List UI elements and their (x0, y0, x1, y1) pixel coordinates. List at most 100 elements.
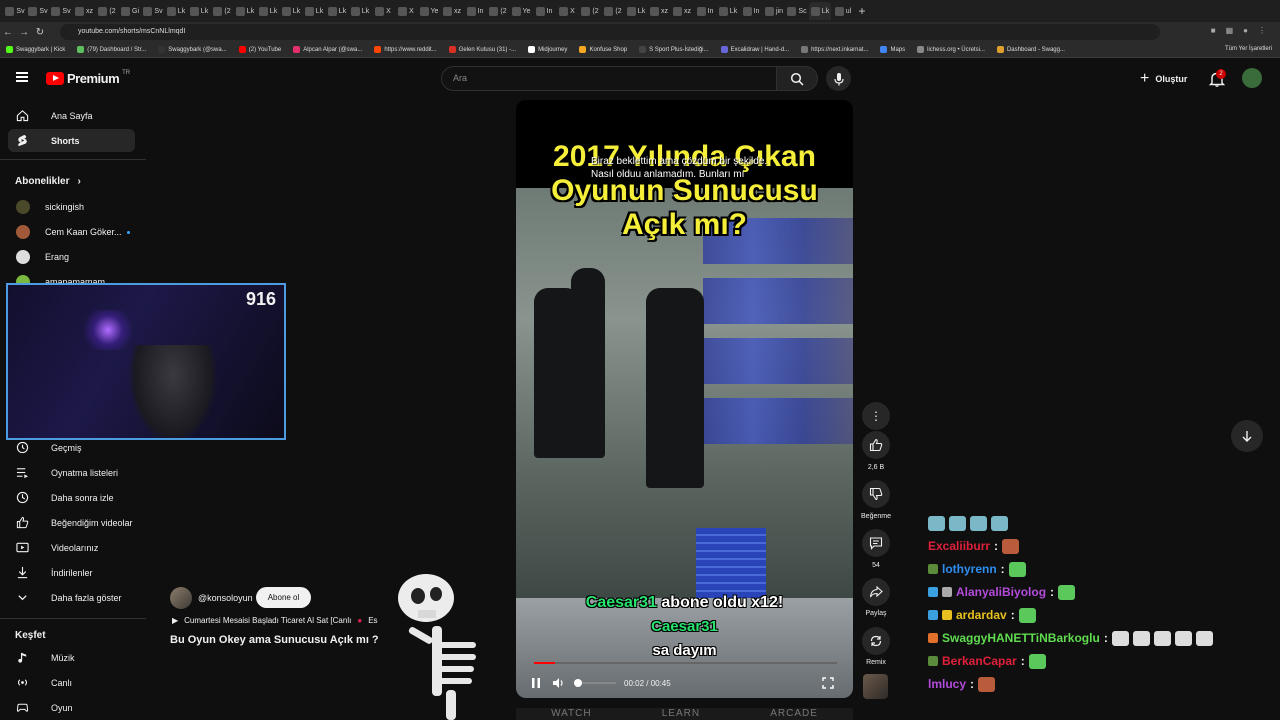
browser-tab[interactable]: Lk (717, 2, 739, 20)
browser-tab[interactable]: jin (763, 2, 785, 20)
browser-tab[interactable]: (2 (211, 2, 233, 20)
sidebar-item-shorts[interactable]: Shorts (8, 129, 135, 152)
browser-tab[interactable]: Lk (326, 2, 348, 20)
bookmark-item[interactable]: Dashboard - Swagg... (996, 46, 1065, 53)
sidebar-item-music[interactable]: Müzik (8, 646, 135, 669)
sidebar-item-gaming[interactable]: Oyun (8, 696, 135, 719)
browser-tab[interactable]: (2 (96, 2, 118, 20)
bookmark-item[interactable]: (2) YouTube (238, 46, 281, 53)
browser-tab[interactable]: X (395, 2, 417, 20)
browser-tab[interactable]: xz (441, 2, 463, 20)
bookmark-item[interactable]: https://www.reddit... (374, 46, 437, 53)
new-tab-button[interactable]: + (855, 4, 869, 18)
browser-tab[interactable]: Sv (4, 2, 26, 20)
share-button[interactable] (862, 578, 890, 606)
browser-tab[interactable]: xz (73, 2, 95, 20)
bookmark-item[interactable]: (79) Dashboard / Str... (77, 46, 146, 53)
forward-icon[interactable]: → (16, 27, 32, 38)
create-button[interactable]: + Oluştur (1140, 70, 1187, 88)
puzzle-icon[interactable]: ▦ (1226, 26, 1234, 35)
browser-tab[interactable]: In (740, 2, 762, 20)
browser-tab[interactable]: Lk (257, 2, 279, 20)
next-short-button[interactable] (1231, 420, 1263, 452)
browser-tab[interactable]: Ye (418, 2, 440, 20)
sound-source-thumbnail[interactable] (863, 674, 888, 699)
subscribe-button[interactable]: Abone ol (256, 587, 311, 608)
address-bar[interactable]: youtube.com/shorts/msCnNLlmqdI (60, 24, 1160, 40)
kebab-menu-icon[interactable]: ⋮ (1258, 26, 1266, 35)
comments-button[interactable] (862, 529, 890, 557)
browser-tab[interactable]: Gi (119, 2, 141, 20)
bookmark-item[interactable]: lichess.org • Ücretsi... (917, 46, 985, 53)
fullscreen-icon[interactable] (822, 677, 834, 689)
browser-tab[interactable]: X (556, 2, 578, 20)
extension-icon[interactable]: ■ (1211, 26, 1216, 35)
browser-tab[interactable]: In (533, 2, 555, 20)
bookmark-item[interactable]: Alpcan Alpar (@swa... (293, 46, 362, 53)
profile-icon[interactable]: ● (1243, 26, 1248, 35)
browser-tab[interactable]: Lk (165, 2, 187, 20)
all-bookmarks-link[interactable]: Tüm Yer İşaretleri (1225, 46, 1272, 52)
bookmark-item[interactable]: Excalidraw | Hand-d... (720, 46, 789, 53)
more-options-button[interactable]: ⋮ (862, 402, 890, 430)
sidebar-item-playlists[interactable]: Oynatma listeleri (8, 461, 135, 484)
bookmark-item[interactable]: S Sport Plus-İstediği... (639, 46, 709, 53)
youtube-premium-logo[interactable]: Premium TR (46, 70, 130, 86)
browser-tab[interactable]: (2 (602, 2, 624, 20)
browser-tab[interactable]: In (464, 2, 486, 20)
bookmark-item[interactable]: Swaggybark | Kick (6, 46, 65, 53)
browser-tab[interactable]: (2 (487, 2, 509, 20)
sidebar-item-live[interactable]: Canlı (8, 671, 135, 694)
dislike-button[interactable] (862, 480, 890, 508)
browser-tab[interactable]: xz (671, 2, 693, 20)
browser-tab[interactable]: Sv (27, 2, 49, 20)
browser-tab[interactable]: Lk (280, 2, 302, 20)
channel-avatar[interactable] (170, 587, 192, 609)
search-input[interactable]: Ara (441, 66, 777, 91)
subscription-channel[interactable]: Cem Kaan Göker... (16, 224, 130, 240)
bookmark-item[interactable]: https://next.inkarnat... (801, 46, 868, 53)
channel-handle[interactable]: @konsoloyun (198, 593, 253, 603)
sidebar-show-more[interactable]: Daha fazla göster (8, 586, 135, 609)
pause-icon[interactable] (530, 677, 542, 689)
browser-tab[interactable]: In (694, 2, 716, 20)
sidebar-item-your-videos[interactable]: Videolarınız (8, 536, 135, 559)
sidebar-item-watch-later[interactable]: Daha sonra izle (8, 486, 135, 509)
like-button[interactable] (862, 431, 890, 459)
bookmark-item[interactable]: Konfuse Shop (579, 46, 627, 53)
browser-tab[interactable]: Sv (142, 2, 164, 20)
browser-tab[interactable]: X (372, 2, 394, 20)
volume-knob[interactable] (574, 679, 582, 687)
bookmark-item[interactable]: Maps (880, 46, 905, 53)
hamburger-menu-icon[interactable] (16, 72, 28, 82)
sidebar-item-home[interactable]: Ana Sayfa (8, 104, 135, 127)
video-progress-bar[interactable] (534, 662, 837, 664)
subscriptions-heading[interactable]: Abonelikler › (15, 176, 81, 187)
browser-tab[interactable]: Sv (50, 2, 72, 20)
browser-tab[interactable]: xz (648, 2, 670, 20)
account-avatar[interactable] (1242, 68, 1262, 88)
browser-tab[interactable]: Lk (349, 2, 371, 20)
bookmark-item[interactable]: Midjourney (528, 46, 567, 53)
browser-tab[interactable]: ul (832, 2, 854, 20)
search-button[interactable] (776, 66, 818, 91)
remix-button[interactable] (862, 627, 890, 655)
reload-icon[interactable]: ↻ (32, 27, 48, 38)
subscription-channel[interactable]: sickingish (16, 199, 84, 215)
sidebar-item-liked[interactable]: Beğendiğim videolar (8, 511, 135, 534)
browser-tab[interactable]: (2 (579, 2, 601, 20)
volume-icon[interactable] (552, 677, 566, 689)
browser-tab[interactable]: Lk (809, 2, 831, 20)
subscription-channel[interactable]: Erang (16, 249, 69, 265)
browser-tab[interactable]: Sc (786, 2, 808, 20)
back-icon[interactable]: ← (0, 27, 16, 38)
shorts-video-player[interactable]: 2017 Yılında Çıkan Oyunun Sunucusu Açık … (516, 100, 853, 698)
browser-tab[interactable]: Ye (510, 2, 532, 20)
sidebar-item-downloads[interactable]: İndirilenler (8, 561, 135, 584)
browser-tab[interactable]: Lk (234, 2, 256, 20)
voice-search-button[interactable] (826, 66, 851, 91)
bookmark-item[interactable]: Gelen Kutusu (31) -... (448, 46, 516, 53)
browser-tab[interactable]: Lk (625, 2, 647, 20)
browser-tab[interactable]: Lk (303, 2, 325, 20)
bookmark-item[interactable]: Swaggybark (@swa... (158, 46, 227, 53)
